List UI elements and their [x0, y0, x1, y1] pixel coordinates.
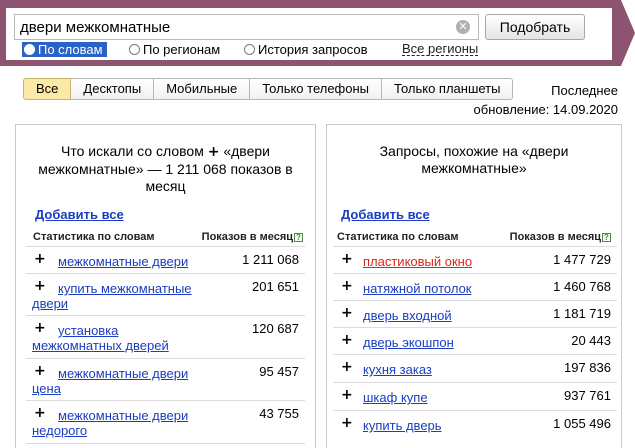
table-row: + межкомнатные двери цена 95 457: [26, 358, 305, 400]
search-box: ✕: [14, 14, 479, 40]
add-plus-icon[interactable]: +: [341, 252, 353, 266]
column-header-shows: Показов в месяц?: [202, 231, 303, 243]
help-icon[interactable]: ?: [294, 233, 303, 242]
column-header-words: Статистика по словам: [337, 231, 459, 243]
mode-by-words[interactable]: По словам: [22, 42, 107, 57]
radio-selected-icon: [24, 44, 35, 55]
add-plus-icon[interactable]: +: [34, 279, 46, 293]
submit-button[interactable]: Подобрать: [485, 14, 585, 40]
tab-all[interactable]: Все: [23, 78, 72, 100]
impressions-count: 937 761: [564, 388, 611, 403]
radio-icon: [129, 44, 140, 55]
phrase-link[interactable]: дверь входной: [363, 308, 452, 324]
phrase-link[interactable]: купить дверь: [363, 418, 442, 434]
clear-icon[interactable]: ✕: [456, 20, 470, 34]
table-row-divider: [26, 443, 305, 448]
add-plus-icon[interactable]: +: [34, 364, 46, 378]
panel-similar-queries: Запросы, похожие на «двери межкомнатные»…: [326, 124, 622, 448]
impressions-count: 1 181 719: [553, 306, 611, 321]
tab-desktops[interactable]: Десктопы: [71, 78, 155, 100]
add-plus-icon[interactable]: +: [341, 416, 353, 430]
impressions-count: 1 055 496: [553, 416, 611, 431]
impressions-count: 43 755: [259, 406, 299, 421]
add-plus-icon[interactable]: +: [341, 388, 353, 402]
last-updated-line2: обновление: 14.09.2020: [473, 102, 618, 117]
column-header-shows-label: Показов в месяц: [201, 231, 293, 243]
phrase-link-line2[interactable]: межкомнатных дверей: [32, 338, 169, 354]
table-row: + дверь входной 1 181 719: [333, 300, 617, 327]
add-plus-icon[interactable]: +: [34, 406, 46, 420]
impressions-count: 120 687: [252, 321, 299, 336]
radio-icon: [244, 44, 255, 55]
impressions-count: 1 211 068: [242, 252, 299, 267]
mode-by-regions-label: По регионам: [143, 42, 221, 57]
phrase-link-line1[interactable]: купить межкомнатные: [58, 281, 192, 297]
impressions-count: 1 477 729: [553, 252, 611, 267]
table-row: + межкомнатные двери недорого 43 755: [26, 400, 305, 443]
table-row: + натяжной потолок 1 460 768: [333, 273, 617, 300]
impressions-count: 1 460 768: [553, 279, 611, 294]
mode-history-label: История запросов: [258, 42, 368, 57]
results-table: + пластиковый окно 1 477 729 + натяжной …: [333, 246, 617, 438]
phrase-link-line2[interactable]: двери: [32, 296, 68, 312]
add-all-link[interactable]: Добавить все: [341, 207, 430, 222]
phrase-link-line1[interactable]: установка: [58, 323, 118, 339]
all-regions-link[interactable]: Все регионы: [402, 42, 479, 56]
results-table: + межкомнатные двери 1 211 068 + купить …: [26, 246, 305, 448]
impressions-count: 201 651: [252, 279, 299, 294]
impressions-count: 95 457: [259, 364, 299, 379]
panel-title: Что искали со словом + «двери межкомнатн…: [16, 143, 315, 195]
phrase-link-line2[interactable]: недорого: [32, 423, 87, 439]
plus-icon: +: [207, 144, 220, 160]
phrase-link-line2[interactable]: цена: [32, 381, 61, 397]
column-header-shows: Показов в месяц?: [510, 231, 611, 243]
phrase-link[interactable]: межкомнатные двери: [58, 254, 188, 270]
add-plus-icon[interactable]: +: [341, 279, 353, 293]
search-input[interactable]: [20, 17, 450, 37]
add-plus-icon[interactable]: +: [341, 306, 353, 320]
phrase-link[interactable]: шкаф купе: [363, 390, 428, 406]
help-icon[interactable]: ?: [602, 233, 611, 242]
table-row: + межкомнатные двери 1 211 068: [26, 246, 305, 273]
phrase-link[interactable]: натяжной потолок: [363, 281, 471, 297]
table-row: + кухня заказ 197 836: [333, 354, 617, 382]
column-header-words: Статистика по словам: [33, 231, 155, 243]
panel-searched-with-word: Что искали со словом + «двери межкомнатн…: [15, 124, 316, 448]
mode-by-regions[interactable]: По регионам: [129, 42, 220, 57]
device-filter-tabs: Все Десктопы Мобильные Только телефоны Т…: [23, 78, 514, 100]
table-row: + установка межкомнатных дверей 120 687: [26, 315, 305, 358]
add-all-link[interactable]: Добавить все: [35, 207, 124, 222]
phrase-link[interactable]: дверь экошпон: [363, 335, 454, 351]
phrase-link-line1[interactable]: межкомнатные двери: [58, 366, 188, 382]
table-row: + пластиковый окно 1 477 729: [333, 246, 617, 273]
table-row: + купить межкомнатные двери 201 651: [26, 273, 305, 315]
impressions-count: 20 443: [571, 333, 611, 348]
impressions-count: 197 836: [564, 360, 611, 375]
phrase-link-line1[interactable]: межкомнатные двери: [58, 408, 188, 424]
last-updated: Последнее обновление: 14.09.2020: [474, 81, 618, 119]
table-row: + дверь экошпон 20 443: [333, 327, 617, 354]
add-plus-icon[interactable]: +: [34, 252, 46, 266]
phrase-link[interactable]: пластиковый окно: [363, 254, 472, 270]
mode-history[interactable]: История запросов: [244, 42, 368, 57]
tab-phones-only[interactable]: Только телефоны: [250, 78, 383, 100]
add-plus-icon[interactable]: +: [34, 321, 46, 335]
add-plus-icon[interactable]: +: [341, 360, 353, 374]
last-updated-line1: Последнее: [551, 83, 618, 98]
tab-mobile[interactable]: Мобильные: [154, 78, 251, 100]
column-header-shows-label: Показов в месяц: [509, 231, 601, 243]
panel-title: Запросы, похожие на «двери межкомнатные»: [379, 143, 569, 176]
add-plus-icon[interactable]: +: [341, 333, 353, 347]
table-row: + шкаф купе 937 761: [333, 382, 617, 410]
table-row: + купить дверь 1 055 496: [333, 410, 617, 438]
title-prefix: Что искали со словом: [61, 143, 204, 159]
mode-by-words-label: По словам: [38, 42, 103, 57]
phrase-link[interactable]: кухня заказ: [363, 362, 432, 378]
